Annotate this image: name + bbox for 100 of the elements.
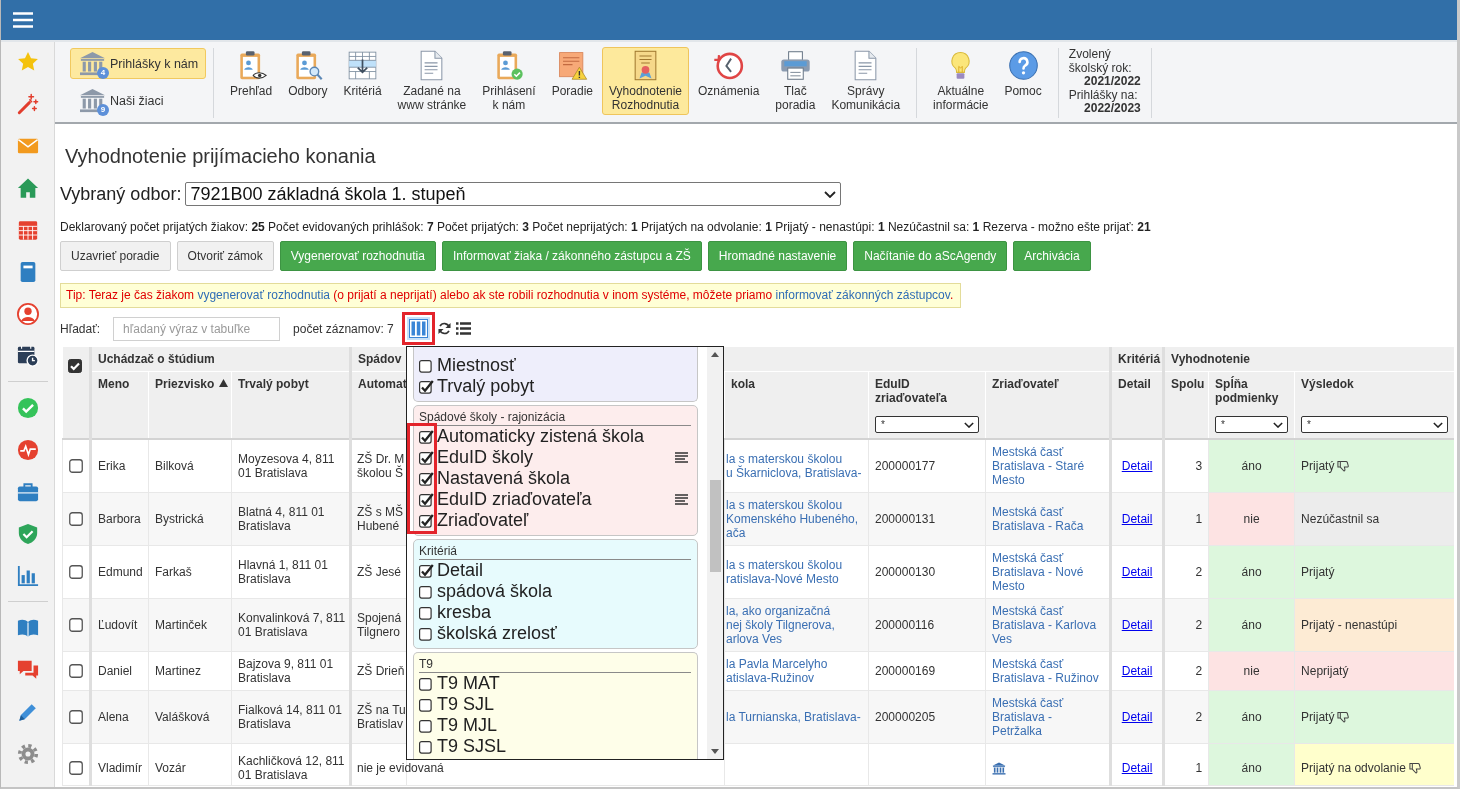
row-checkbox[interactable]	[69, 618, 83, 632]
column-header[interactable]: Spolu	[1171, 377, 1205, 391]
filter-select[interactable]: *	[1215, 416, 1289, 433]
calendar-icon[interactable]	[16, 219, 39, 241]
tip-link[interactable]: vygenerovať rozhodnutia	[197, 288, 330, 302]
detail-link[interactable]: Detail	[1121, 512, 1153, 526]
thumbs-down-icon[interactable]	[1408, 762, 1421, 774]
column-option[interactable]: Nastavená škola	[419, 468, 691, 489]
user-icon[interactable]	[16, 303, 39, 325]
chat-bubbles-icon[interactable]	[16, 659, 39, 681]
briefcase-icon[interactable]	[16, 481, 39, 503]
toolbar-button[interactable]: Pomoc	[997, 47, 1049, 115]
list-icon[interactable]	[455, 322, 471, 335]
nav-button[interactable]: 4 Prihlášky k nám	[70, 48, 207, 79]
bar-chart-icon[interactable]	[16, 565, 39, 587]
founder-link[interactable]: Mestská časť Bratislava - Ružinov	[992, 657, 1103, 685]
toolbar-button[interactable]: Poradie	[544, 47, 600, 115]
toolbar-button[interactable]: Prihlásení k nám	[475, 47, 543, 115]
toolbar-button[interactable]: Aktuálne informácie	[926, 47, 996, 115]
column-header[interactable]: Zriaďovateľ	[992, 377, 1059, 391]
row-checkbox[interactable]	[69, 664, 83, 678]
toolbar-button[interactable]: Oznámenia	[690, 47, 767, 115]
scroll-down-icon[interactable]	[711, 749, 719, 754]
school-link[interactable]: la, ako organizačná nej školy Tilgnerova, arlova Ves	[726, 604, 835, 646]
column-header[interactable]: Meno	[98, 377, 130, 391]
founder-link[interactable]: Mestská časť Bratislava - Karlova Ves	[992, 604, 1103, 646]
toolbar-button[interactable]: Odbory	[281, 47, 335, 115]
field-select[interactable]: 7921B00 základná škola 1. stupeň	[185, 182, 842, 206]
tip-link[interactable]: informovať zákonných zástupcov	[775, 288, 950, 302]
column-option[interactable]: spádová škola	[419, 581, 691, 602]
settings-icon[interactable]	[16, 743, 39, 765]
toolbar-button[interactable]: Zadané na www stránke	[390, 47, 474, 115]
home-icon[interactable]	[16, 177, 39, 199]
school-link[interactable]: la s materskou školou u Škarniclova, Bratislava-	[726, 452, 862, 480]
open-book-icon[interactable]	[16, 617, 39, 639]
select-all-checkbox[interactable]	[68, 359, 82, 373]
column-header[interactable]: Detail	[1118, 377, 1151, 391]
text-lines-icon[interactable]	[675, 452, 688, 463]
check-circle-icon[interactable]	[16, 397, 39, 419]
star-icon[interactable]	[16, 51, 39, 73]
school-link[interactable]: la Pavla Marcelyho atislava-Ružinov	[726, 657, 828, 685]
column-option[interactable]: školská zrelosť	[419, 623, 691, 644]
column-option[interactable]: Trvalý pobyt	[419, 376, 691, 397]
detail-link[interactable]: Detail	[1121, 565, 1153, 579]
toolbar-button[interactable]: Prehľad	[223, 47, 280, 115]
detail-link[interactable]: Detail	[1121, 459, 1153, 473]
column-option[interactable]: Zriaďovateľ	[419, 510, 691, 531]
checkbox[interactable]	[419, 450, 434, 465]
scrollbar-track[interactable]	[707, 347, 723, 759]
checkbox[interactable]	[419, 563, 434, 578]
founder-link[interactable]: Mestská časť Bratislava - Rača	[992, 505, 1103, 533]
toolbar-button[interactable]: Vyhodnotenie Rozhodnutia	[602, 47, 689, 115]
column-header[interactable]: EduID zriaďovateľa	[875, 377, 979, 405]
checkbox[interactable]	[419, 676, 434, 691]
column-header[interactable]: Spĺňa podmienky	[1215, 377, 1289, 405]
thumbs-down-icon[interactable]	[1337, 711, 1350, 723]
founder-link[interactable]: Mestská časť Bratislava - Staré Mesto	[992, 445, 1103, 487]
checkbox[interactable]	[419, 379, 434, 394]
column-header[interactable]: Automat	[358, 377, 407, 391]
column-header[interactable]: kola	[731, 377, 756, 391]
checkbox[interactable]	[419, 718, 434, 733]
column-option[interactable]: T9 MAT	[419, 673, 691, 694]
toolbar-button[interactable]: Tlač poradia	[768, 47, 823, 115]
detail-link[interactable]: Detail	[1121, 618, 1153, 632]
column-option[interactable]: T9 MJL	[419, 715, 691, 736]
checkbox[interactable]	[419, 471, 434, 486]
action-button[interactable]: Uzavrieť poradie	[60, 241, 171, 271]
row-checkbox[interactable]	[69, 565, 83, 579]
search-field[interactable]: hľadaný výraz v tabuľke	[113, 316, 281, 341]
column-header[interactable]: Výsledok	[1301, 377, 1354, 391]
detail-link[interactable]: Detail	[1121, 761, 1153, 775]
checkbox[interactable]	[419, 605, 434, 620]
checkbox[interactable]	[419, 626, 434, 641]
magic-wand-icon[interactable]	[16, 93, 39, 115]
column-option[interactable]: T9 SJL	[419, 694, 691, 715]
row-checkbox[interactable]	[69, 512, 83, 526]
column-option[interactable]: Miestnosť	[419, 355, 691, 376]
toolbar-button[interactable]: Správy Komunikácia	[824, 47, 908, 115]
filter-select[interactable]: *	[875, 416, 979, 433]
thumbs-down-icon[interactable]	[1337, 460, 1350, 472]
column-header[interactable]: Trvalý pobyt	[238, 377, 309, 391]
school-link[interactable]: la s materskou školou ratislava-Nové Mesto	[726, 558, 843, 586]
founder-link[interactable]: Mestská časť Bratislava - Nové Mesto	[992, 551, 1103, 593]
row-checkbox[interactable]	[69, 459, 83, 473]
school-link[interactable]: la s materskou školou Komenského Hubeného, ača	[726, 498, 859, 540]
detail-link[interactable]: Detail	[1121, 710, 1153, 724]
toolbar-button[interactable]: Kritériá	[336, 47, 389, 115]
column-option[interactable]: EduID školy	[419, 447, 691, 468]
filter-select[interactable]: *	[1301, 416, 1448, 433]
action-button[interactable]: Otvoriť zámok	[176, 241, 274, 271]
refresh-icon[interactable]	[437, 322, 451, 335]
bank-icon[interactable]	[992, 761, 1006, 775]
checkbox[interactable]	[419, 513, 434, 528]
row-checkbox[interactable]	[69, 761, 83, 775]
text-lines-icon[interactable]	[675, 494, 688, 505]
checkbox[interactable]	[419, 358, 434, 373]
column-header[interactable]: Priezvisko	[155, 377, 215, 391]
nav-button[interactable]: 9 Naši žiaci	[70, 85, 172, 116]
shield-check-icon[interactable]	[16, 523, 39, 545]
column-option[interactable]: kresba	[419, 602, 691, 623]
